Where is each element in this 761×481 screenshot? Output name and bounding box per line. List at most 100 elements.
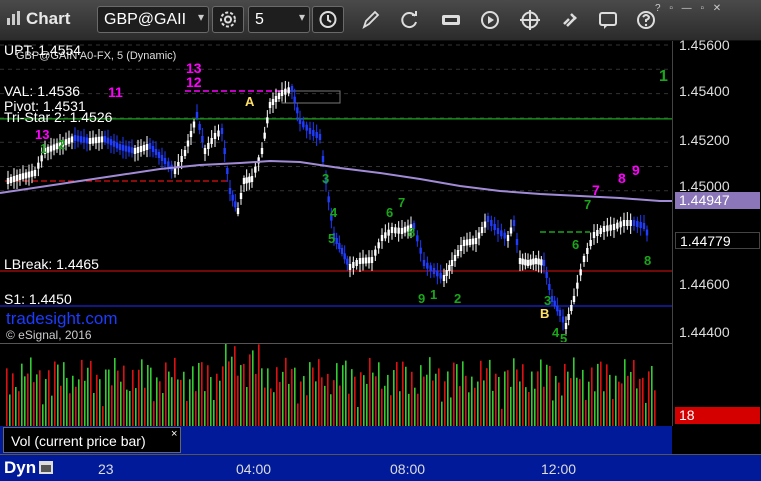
- volume-bar: [468, 392, 470, 427]
- volume-bar: [414, 387, 416, 427]
- marker-8: 8: [618, 170, 626, 186]
- volume-bar: [405, 366, 407, 427]
- volume-bar: [318, 359, 320, 427]
- draw-pencil-button[interactable]: [356, 6, 384, 34]
- volume-bar: [267, 368, 269, 427]
- volume-bar: [9, 394, 11, 427]
- price-bar: [30, 170, 34, 177]
- price-bar: [626, 220, 629, 226]
- window-controls[interactable]: ? ▫ — ▫ ✕: [653, 1, 757, 16]
- price-bar: [321, 156, 325, 162]
- volume-bar: [570, 378, 572, 427]
- volume-bar: [33, 382, 35, 427]
- volume-bar: [363, 375, 365, 427]
- price-bar: [268, 102, 272, 108]
- price-bar: [70, 136, 74, 143]
- refresh-button[interactable]: [395, 6, 423, 34]
- price-bar: [576, 282, 579, 289]
- volume-bar: [75, 386, 77, 427]
- volume-bar: [384, 385, 386, 427]
- volume-bar: [105, 369, 107, 427]
- dyn-label[interactable]: Dyn: [4, 458, 54, 478]
- volume-bar: [192, 366, 194, 427]
- interval-select[interactable]: 5 ▾: [248, 6, 310, 33]
- price-bar: [364, 257, 368, 264]
- td-count: 1: [430, 287, 437, 302]
- volume-bar: [273, 392, 275, 427]
- volume-bar: [90, 360, 92, 427]
- price-bar: [112, 140, 116, 147]
- volume-bar: [540, 359, 542, 427]
- td-count: 5: [560, 331, 567, 342]
- volume-bar: [285, 357, 287, 427]
- volume-bar: [207, 365, 209, 427]
- price-bar: [582, 256, 586, 262]
- price-bar: [250, 176, 254, 182]
- volume-bar: [186, 401, 188, 427]
- comment-button[interactable]: [594, 6, 622, 34]
- volume-bar: [420, 365, 422, 427]
- volume-bar: [558, 382, 560, 427]
- price-bar: [374, 249, 377, 256]
- price-bar: [327, 196, 330, 203]
- volume-bar: [606, 364, 608, 427]
- volume-bar: [360, 372, 362, 427]
- price-bar: [207, 143, 210, 149]
- td-count: 5: [328, 231, 335, 246]
- price-bar: [586, 248, 589, 254]
- price-bar: [79, 136, 83, 143]
- volume-bar: [618, 381, 620, 427]
- price-bar: [556, 305, 559, 312]
- crosshair-button[interactable]: [516, 6, 544, 34]
- time-axis[interactable]: Dyn 23 04:00 08:00 12:00: [0, 454, 761, 481]
- price-bar: [426, 262, 429, 269]
- volume-bar: [48, 370, 50, 427]
- price-axis[interactable]: 1.45600 1.45400 1.45200 1.45000 1.44600 …: [672, 37, 761, 426]
- volume-tag: 18: [675, 407, 760, 424]
- volume-bar: [108, 369, 110, 427]
- price-bar: [483, 221, 487, 228]
- price-bar: [496, 228, 500, 234]
- chart-icon: [7, 11, 20, 25]
- price-bar: [180, 156, 183, 162]
- volume-bar: [303, 376, 305, 427]
- volume-bar: [228, 361, 230, 427]
- volume-bar: [279, 382, 281, 427]
- marker-a: A: [245, 94, 255, 109]
- volume-bar: [147, 364, 149, 427]
- volume-chart[interactable]: [0, 343, 672, 427]
- price-bar: [346, 258, 349, 265]
- price-bar: [136, 147, 140, 153]
- marker-9: 9: [632, 162, 640, 178]
- price-bar: [290, 86, 294, 92]
- price-bar: [616, 222, 619, 229]
- volume-bar: [537, 371, 539, 427]
- price-bar: [387, 229, 390, 236]
- volume-bar: [189, 379, 191, 427]
- volume-bar: [249, 354, 251, 427]
- close-icon[interactable]: ×: [171, 428, 177, 440]
- link-button[interactable]: [556, 6, 584, 34]
- volume-bar: [336, 363, 338, 427]
- play-button[interactable]: [476, 6, 504, 34]
- volume-bar: [51, 395, 53, 427]
- volume-bar: [69, 393, 71, 427]
- settings-button[interactable]: [212, 6, 244, 33]
- volume-bar: [54, 361, 56, 427]
- volume-bar: [579, 379, 581, 427]
- symbol-select[interactable]: GBP@GAII ▾: [97, 6, 209, 33]
- volume-bar: [492, 390, 494, 427]
- get-data-button[interactable]: [437, 6, 465, 34]
- price-chart-canvas[interactable]: AB1312111378 911 23456789 1 2 34 5678: [0, 41, 672, 473]
- window-title-text: Chart: [26, 9, 71, 28]
- price-bar: [293, 96, 296, 103]
- volume-bar: [546, 364, 548, 427]
- price-bar: [521, 258, 524, 265]
- y-tick-label: 1.45400: [679, 83, 730, 99]
- price-chart[interactable]: A B 13 12 11 13 7 8 9 1 1 2 3 4 5 6 7 8 9 1 2 3 4 5 6 7 8 GBP@GAIN…: [0, 41, 672, 473]
- time-button[interactable]: [312, 6, 344, 33]
- volume-study-label[interactable]: Vol (current price bar): [3, 427, 181, 453]
- price-bar: [534, 258, 538, 264]
- price-bar: [312, 130, 315, 136]
- volume-bar: [204, 391, 206, 427]
